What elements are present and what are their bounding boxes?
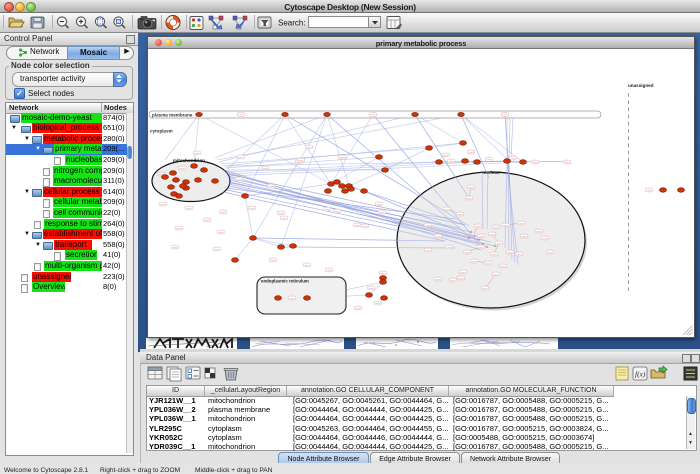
svg-text:cytoplasm: cytoplasm [150,129,173,134]
svg-text:unassigned: unassigned [628,83,654,88]
svg-text:nucleus: nucleus [482,170,500,175]
svg-text:endoplasmic reticulum: endoplasmic reticulum [261,279,309,284]
svg-text:Search:: Search: [278,19,306,28]
svg-text:plasma membrane: plasma membrane [152,113,193,118]
svg-text:mitochondrion: mitochondrion [173,158,205,163]
svg-text:f(x): f(x) [635,370,646,379]
